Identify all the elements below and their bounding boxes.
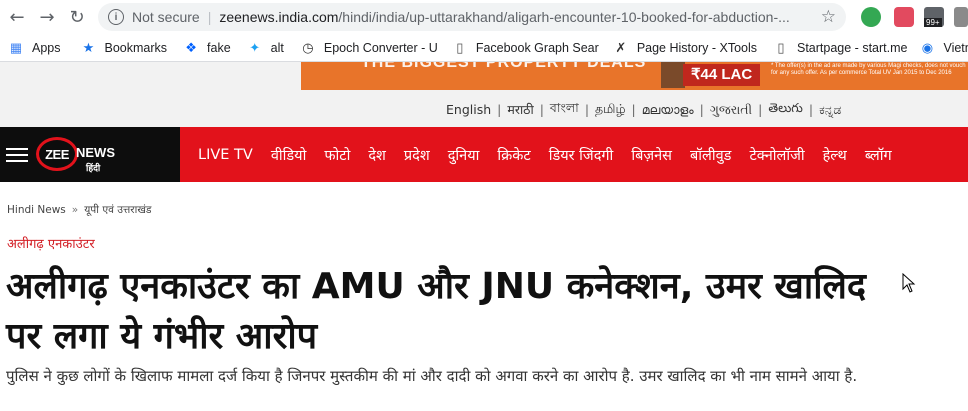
lang-tamil[interactable]: தமிழ் xyxy=(595,101,626,118)
page-icon: ▯ xyxy=(456,39,464,55)
logo-zee: ZEE xyxy=(36,137,78,171)
bookmark-label: Epoch Converter - U xyxy=(323,40,438,55)
nav-live-tv[interactable]: LIVE TV xyxy=(198,147,253,163)
nav-blog[interactable]: ब्लॉग xyxy=(865,145,892,165)
ad-headline: THE BIGGEST PROPERTY DEALS xyxy=(361,62,647,71)
bookmark-epoch[interactable]: ◷ Epoch Converter - U xyxy=(300,40,438,56)
back-icon[interactable]: ← xyxy=(4,4,30,30)
lang-divider: | xyxy=(699,102,704,117)
more-extension-icon[interactable] xyxy=(954,7,968,27)
article-kicker[interactable]: अलीगढ़ एनकाउंटर xyxy=(7,234,95,252)
lang-divider: | xyxy=(808,102,814,117)
ad-banner[interactable]: THE BIGGEST PROPERTY DEALS ₹44 LAC * The… xyxy=(301,62,968,90)
lang-divider: | xyxy=(497,102,502,117)
bookmark-xtools[interactable]: ✗ Page History - XTools xyxy=(613,40,757,56)
nav-dear-zindagi[interactable]: डियर जिंदगी xyxy=(549,145,614,165)
url-path: /hindi/india/up-uttarakhand/aligarh-enco… xyxy=(338,9,790,25)
breadcrumb: Hindi News » यूपी एवं उत्तराखंड xyxy=(7,203,152,217)
nav-bollywood[interactable]: बॉलीवुड xyxy=(690,145,731,165)
grammarly-extension-icon[interactable] xyxy=(861,7,881,27)
twitter-icon: ✦ xyxy=(249,39,261,55)
lang-telugu[interactable]: తెలుగు xyxy=(768,100,803,119)
hamburger-menu-icon[interactable] xyxy=(6,147,28,162)
mouse-cursor-icon xyxy=(902,273,916,293)
bookmark-label: alt xyxy=(270,40,284,55)
lang-malayalam[interactable]: മലയാളം xyxy=(642,102,694,118)
main-nav: ZEE NEWS हिंदी LIVE TV वीडियो फोटो देश प… xyxy=(0,127,968,182)
nav-desh[interactable]: देश xyxy=(368,145,386,165)
ad-fine-print: * The offer(s) in the ad are made by var… xyxy=(771,63,966,76)
nav-health[interactable]: हेल्थ xyxy=(823,145,847,165)
bookmark-vietnam[interactable]: ◉ Vietnam 4 xyxy=(919,40,968,56)
address-bar[interactable]: i Not secure | zeenews.india.com /hindi/… xyxy=(98,3,846,31)
bookmark-label: Vietnam 4 xyxy=(943,40,968,55)
xtools-icon: ✗ xyxy=(615,39,627,55)
browser-toolbar: ← → ↻ i Not secure | zeenews.india.com /… xyxy=(0,0,968,34)
bookmark-label: Page History - XTools xyxy=(636,40,757,55)
bookmark-facebook-graph[interactable]: ▯ Facebook Graph Sear xyxy=(452,40,599,56)
bookmark-label: Apps xyxy=(32,40,61,55)
zee-news-logo[interactable]: ZEE NEWS हिंदी xyxy=(36,133,144,175)
extension-icon[interactable]: 99+ xyxy=(924,7,944,27)
bookmarks-bar: ▦ Apps ★ Bookmarks ❖ fake ✦ alt ◷ Epoch … xyxy=(0,34,968,62)
nav-business[interactable]: बिज़नेस xyxy=(631,145,672,165)
nav-photo[interactable]: फोटो xyxy=(324,145,350,165)
extension-badge: 99+ xyxy=(924,18,942,27)
lang-divider: | xyxy=(584,102,590,117)
star-icon: ★ xyxy=(82,39,95,55)
video-extension-icon[interactable] xyxy=(894,7,914,27)
nav-technology[interactable]: टेक्नोलॉजी xyxy=(749,145,804,165)
dropbox-icon: ❖ xyxy=(185,39,197,55)
lang-english[interactable]: English xyxy=(446,102,491,117)
apps-grid-icon: ▦ xyxy=(9,39,23,55)
bookmark-apps[interactable]: ▦ Apps xyxy=(8,40,61,56)
breadcrumb-hindi-news[interactable]: Hindi News xyxy=(7,204,66,216)
lang-marathi[interactable]: मराठी xyxy=(507,101,533,118)
breadcrumb-separator: » xyxy=(71,204,79,216)
nav-cricket[interactable]: क्रिकेट xyxy=(497,145,530,165)
bookmark-fake[interactable]: ❖ fake xyxy=(183,39,231,56)
bookmark-label: Startpage - start.me xyxy=(797,40,908,55)
lang-divider: | xyxy=(539,102,544,117)
lang-kannada[interactable]: ಕನ್ನಡ xyxy=(819,102,841,118)
reload-icon[interactable]: ↻ xyxy=(64,4,90,30)
lang-divider: | xyxy=(631,102,636,117)
bookmark-startpage[interactable]: ▯ Startpage - start.me xyxy=(773,40,907,56)
bookmark-label: Bookmarks xyxy=(104,40,168,55)
address-separator: | xyxy=(207,9,212,25)
language-bar: English | मराठी | বাংলা | தமிழ் | മലയാളം | ગુ… xyxy=(0,92,968,127)
nav-duniya[interactable]: दुनिया xyxy=(448,145,480,165)
nav-video[interactable]: वीडियो xyxy=(271,145,307,165)
security-label: Not secure xyxy=(132,9,200,25)
info-icon[interactable]: i xyxy=(108,9,124,25)
nav-items: LIVE TV वीडियो फोटो देश प्रदेश दुनिया क्… xyxy=(180,145,892,165)
bookmark-label: Facebook Graph Sear xyxy=(475,40,599,55)
bookmark-bookmarks[interactable]: ★ Bookmarks xyxy=(81,39,168,56)
forward-icon[interactable]: → xyxy=(34,4,60,30)
lang-gujarati[interactable]: ગુજરાતી xyxy=(710,102,752,118)
bookmark-label: fake xyxy=(207,40,231,55)
house-image xyxy=(661,62,685,88)
lang-divider: | xyxy=(758,102,763,117)
globe-icon: ◉ xyxy=(921,39,934,55)
logo-block: ZEE NEWS हिंदी xyxy=(0,127,180,182)
ad-strip: THE BIGGEST PROPERTY DEALS ₹44 LAC * The… xyxy=(0,62,968,92)
clock-icon: ◷ xyxy=(302,39,314,55)
breadcrumb-up-uttarakhand[interactable]: यूपी एवं उत्तराखंड xyxy=(84,204,151,216)
logo-hindi: हिंदी xyxy=(86,164,101,174)
url-domain: zeenews.india.com xyxy=(219,9,339,25)
article-summary: पुलिस ने कुछ लोगों के खिलाफ मामला दर्ज क… xyxy=(6,367,858,385)
page-icon: ▯ xyxy=(777,39,785,55)
nav-pradesh[interactable]: प्रदेश xyxy=(404,145,430,165)
logo-news: NEWS xyxy=(76,145,115,160)
article-headline: अलीगढ़ एनकाउंटर का AMU और JNU कनेक्शन, उ… xyxy=(6,266,867,357)
lang-bangla[interactable]: বাংলা xyxy=(550,100,579,120)
bookmark-alt[interactable]: ✦ alt xyxy=(247,40,284,56)
ad-price: ₹44 LAC xyxy=(683,64,761,86)
bookmark-star-icon[interactable]: ☆ xyxy=(821,7,836,27)
